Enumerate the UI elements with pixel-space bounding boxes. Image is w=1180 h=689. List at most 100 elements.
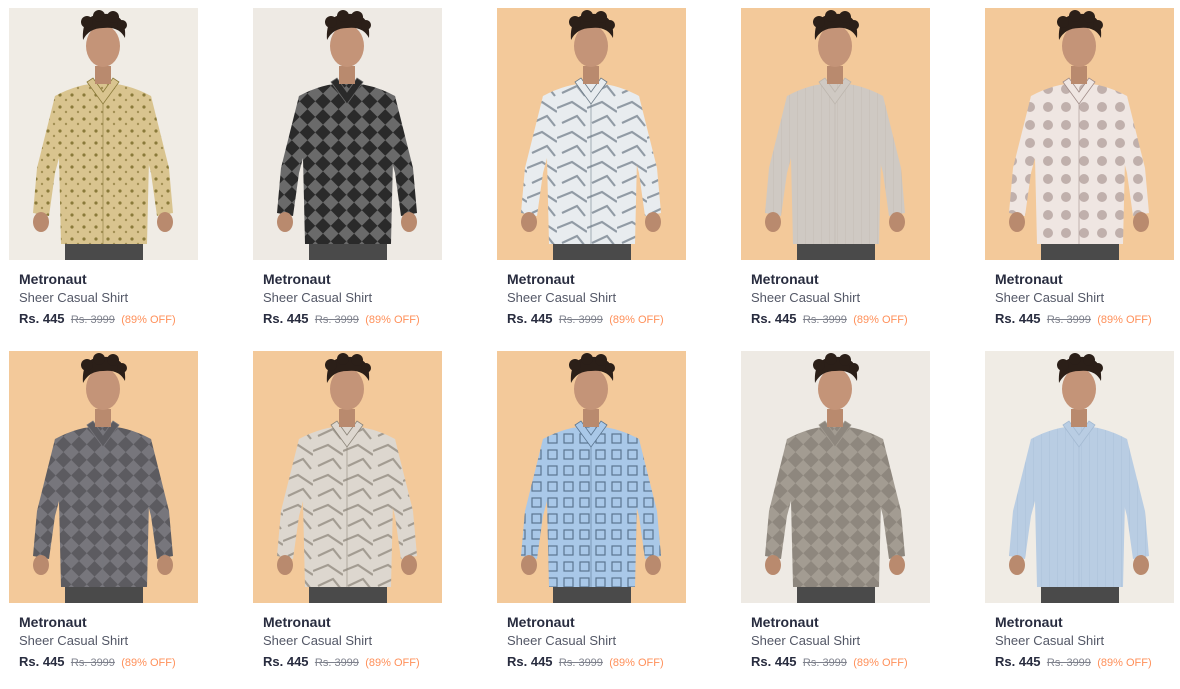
model-photo [985, 8, 1174, 260]
price-row: Rs. 445 Rs. 3999 (89% OFF) [995, 654, 1174, 671]
product-name: Sheer Casual Shirt [19, 290, 129, 305]
price-row: Rs. 445 Rs. 3999 (89% OFF) [507, 654, 686, 671]
product-name: Sheer Casual Shirt [751, 290, 861, 305]
product-card[interactable]: Metronaut Sheer Casual Shirt Rs. 445 Rs.… [9, 351, 198, 681]
product-info[interactable]: Metronaut Sheer Casual Shirt Rs. 445 Rs.… [9, 260, 198, 328]
product-mrp: Rs. 3999 [314, 314, 359, 326]
product-info[interactable]: Metronaut Sheer Casual Shirt Rs. 445 Rs.… [985, 603, 1174, 671]
product-image[interactable] [253, 351, 442, 603]
product-discount: (89% OFF) [609, 657, 664, 669]
product-image[interactable] [741, 8, 930, 260]
product-name: Sheer Casual Shirt [507, 633, 617, 648]
product-brand: Metronaut [995, 271, 1063, 287]
product-image[interactable] [741, 351, 930, 603]
product-price: Rs. 445 [263, 654, 309, 669]
product-name: Sheer Casual Shirt [19, 633, 129, 648]
price-row: Rs. 445 Rs. 3999 (89% OFF) [19, 654, 198, 671]
product-brand: Metronaut [995, 614, 1063, 630]
model-photo [253, 351, 442, 603]
product-mrp: Rs. 3999 [70, 314, 115, 326]
product-price: Rs. 445 [751, 654, 797, 669]
price-row: Rs. 445 Rs. 3999 (89% OFF) [263, 311, 442, 328]
price-row: Rs. 445 Rs. 3999 (89% OFF) [995, 311, 1174, 328]
product-image[interactable] [497, 351, 686, 603]
product-brand: Metronaut [751, 271, 819, 287]
product-card[interactable]: Metronaut Sheer Casual Shirt Rs. 445 Rs.… [741, 351, 930, 681]
product-price: Rs. 445 [263, 311, 309, 326]
product-discount: (89% OFF) [853, 657, 908, 669]
product-card[interactable]: Metronaut Sheer Casual Shirt Rs. 445 Rs.… [741, 8, 930, 351]
product-name: Sheer Casual Shirt [995, 633, 1105, 648]
product-image[interactable] [9, 8, 198, 260]
product-info[interactable]: Metronaut Sheer Casual Shirt Rs. 445 Rs.… [253, 603, 442, 671]
product-mrp: Rs. 3999 [1046, 657, 1091, 669]
product-info[interactable]: Metronaut Sheer Casual Shirt Rs. 445 Rs.… [741, 603, 930, 671]
product-discount: (89% OFF) [121, 314, 176, 326]
price-row: Rs. 445 Rs. 3999 (89% OFF) [507, 311, 686, 328]
product-brand: Metronaut [19, 271, 87, 287]
product-mrp: Rs. 3999 [70, 657, 115, 669]
product-price: Rs. 445 [995, 311, 1041, 326]
model-photo [9, 8, 198, 260]
product-price: Rs. 445 [19, 311, 65, 326]
product-discount: (89% OFF) [365, 314, 420, 326]
product-image[interactable] [9, 351, 198, 603]
product-price: Rs. 445 [507, 311, 553, 326]
product-image[interactable] [497, 8, 686, 260]
product-discount: (89% OFF) [121, 657, 176, 669]
product-price: Rs. 445 [995, 654, 1041, 669]
product-card[interactable]: Metronaut Sheer Casual Shirt Rs. 445 Rs.… [497, 351, 686, 681]
product-brand: Metronaut [507, 614, 575, 630]
product-image[interactable] [985, 8, 1174, 260]
product-info[interactable]: Metronaut Sheer Casual Shirt Rs. 445 Rs.… [253, 260, 442, 328]
product-info[interactable]: Metronaut Sheer Casual Shirt Rs. 445 Rs.… [9, 603, 198, 671]
product-discount: (89% OFF) [609, 314, 664, 326]
product-card[interactable]: Metronaut Sheer Casual Shirt Rs. 445 Rs.… [497, 8, 686, 351]
product-discount: (89% OFF) [853, 314, 908, 326]
product-card[interactable]: Metronaut Sheer Casual Shirt Rs. 445 Rs.… [253, 8, 442, 351]
model-photo [741, 8, 930, 260]
product-mrp: Rs. 3999 [314, 657, 359, 669]
product-name: Sheer Casual Shirt [751, 633, 861, 648]
product-info[interactable]: Metronaut Sheer Casual Shirt Rs. 445 Rs.… [985, 260, 1174, 328]
product-grid: Metronaut Sheer Casual Shirt Rs. 445 Rs.… [9, 8, 1174, 681]
model-photo [497, 8, 686, 260]
product-info[interactable]: Metronaut Sheer Casual Shirt Rs. 445 Rs.… [741, 260, 930, 328]
product-info[interactable]: Metronaut Sheer Casual Shirt Rs. 445 Rs.… [497, 260, 686, 328]
product-price: Rs. 445 [507, 654, 553, 669]
product-price: Rs. 445 [751, 311, 797, 326]
price-row: Rs. 445 Rs. 3999 (89% OFF) [751, 654, 930, 671]
product-mrp: Rs. 3999 [802, 314, 847, 326]
product-card[interactable]: Metronaut Sheer Casual Shirt Rs. 445 Rs.… [985, 8, 1174, 351]
product-price: Rs. 445 [19, 654, 65, 669]
model-photo [497, 351, 686, 603]
product-name: Sheer Casual Shirt [507, 290, 617, 305]
product-brand: Metronaut [263, 271, 331, 287]
product-image[interactable] [253, 8, 442, 260]
product-name: Sheer Casual Shirt [263, 633, 373, 648]
product-discount: (89% OFF) [1097, 657, 1152, 669]
product-name: Sheer Casual Shirt [263, 290, 373, 305]
product-card[interactable]: Metronaut Sheer Casual Shirt Rs. 445 Rs.… [985, 351, 1174, 681]
product-brand: Metronaut [263, 614, 331, 630]
model-photo [985, 351, 1174, 603]
price-row: Rs. 445 Rs. 3999 (89% OFF) [19, 311, 198, 328]
product-mrp: Rs. 3999 [802, 657, 847, 669]
product-image[interactable] [985, 351, 1174, 603]
product-mrp: Rs. 3999 [558, 314, 603, 326]
product-brand: Metronaut [507, 271, 575, 287]
price-row: Rs. 445 Rs. 3999 (89% OFF) [263, 654, 442, 671]
product-discount: (89% OFF) [1097, 314, 1152, 326]
product-mrp: Rs. 3999 [558, 657, 603, 669]
model-photo [9, 351, 198, 603]
model-photo [741, 351, 930, 603]
product-mrp: Rs. 3999 [1046, 314, 1091, 326]
product-brand: Metronaut [751, 614, 819, 630]
product-card[interactable]: Metronaut Sheer Casual Shirt Rs. 445 Rs.… [253, 351, 442, 681]
price-row: Rs. 445 Rs. 3999 (89% OFF) [751, 311, 930, 328]
product-name: Sheer Casual Shirt [995, 290, 1105, 305]
product-card[interactable]: Metronaut Sheer Casual Shirt Rs. 445 Rs.… [9, 8, 198, 351]
product-discount: (89% OFF) [365, 657, 420, 669]
product-info[interactable]: Metronaut Sheer Casual Shirt Rs. 445 Rs.… [497, 603, 686, 671]
model-photo [253, 8, 442, 260]
